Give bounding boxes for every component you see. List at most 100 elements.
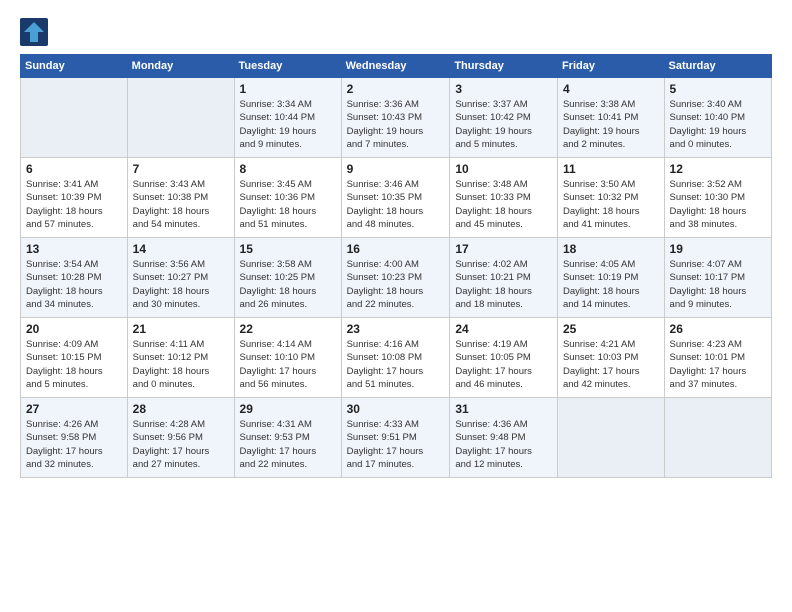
calendar-week-row: 1 Sunrise: 3:34 AM Sunset: 10:44 PM Dayli… <box>21 78 772 158</box>
day-info: Sunrise: 4:33 AM Sunset: 9:51 PM Dayligh… <box>347 418 445 471</box>
column-header-saturday: Saturday <box>664 55 771 78</box>
day-number: 24 <box>455 322 552 336</box>
day-number: 3 <box>455 82 552 96</box>
day-info: Sunrise: 3:52 AM Sunset: 10:30 PM Daylig… <box>670 178 766 231</box>
day-number: 16 <box>347 242 445 256</box>
calendar-week-row: 13 Sunrise: 3:54 AM Sunset: 10:28 PM Dayl… <box>21 238 772 318</box>
calendar-cell: 13 Sunrise: 3:54 AM Sunset: 10:28 PM Dayl… <box>21 238 128 318</box>
day-number: 13 <box>26 242 122 256</box>
day-number: 5 <box>670 82 766 96</box>
calendar-cell: 20 Sunrise: 4:09 AM Sunset: 10:15 PM Dayl… <box>21 318 128 398</box>
day-info: Sunrise: 3:58 AM Sunset: 10:25 PM Daylig… <box>240 258 336 311</box>
calendar-cell: 11Sunrise: 3:50 AM Sunset: 10:32 PM Dayl… <box>557 158 664 238</box>
calendar-cell: 17 Sunrise: 4:02 AM Sunset: 10:21 PM Dayl… <box>450 238 558 318</box>
day-info: Sunrise: 4:16 AM Sunset: 10:08 PM Daylig… <box>347 338 445 391</box>
day-info: Sunrise: 3:48 AM Sunset: 10:33 PM Daylig… <box>455 178 552 231</box>
calendar-cell: 28 Sunrise: 4:28 AM Sunset: 9:56 PM Dayli… <box>127 398 234 478</box>
calendar-week-row: 6 Sunrise: 3:41 AM Sunset: 10:39 PM Dayli… <box>21 158 772 238</box>
calendar-cell <box>127 78 234 158</box>
calendar-cell: 4Sunrise: 3:38 AM Sunset: 10:41 PM Dayli… <box>557 78 664 158</box>
day-number: 26 <box>670 322 766 336</box>
day-number: 18 <box>563 242 659 256</box>
day-number: 1 <box>240 82 336 96</box>
day-info: Sunrise: 4:28 AM Sunset: 9:56 PM Dayligh… <box>133 418 229 471</box>
day-info: Sunrise: 4:26 AM Sunset: 9:58 PM Dayligh… <box>26 418 122 471</box>
page: SundayMondayTuesdayWednesdayThursdayFrid… <box>0 0 792 612</box>
day-info: Sunrise: 3:45 AM Sunset: 10:36 PM Daylig… <box>240 178 336 231</box>
calendar-cell: 12 Sunrise: 3:52 AM Sunset: 10:30 PM Dayl… <box>664 158 771 238</box>
day-info: Sunrise: 3:43 AM Sunset: 10:38 PM Daylig… <box>133 178 229 231</box>
day-number: 4 <box>563 82 659 96</box>
day-number: 14 <box>133 242 229 256</box>
day-number: 17 <box>455 242 552 256</box>
day-number: 10 <box>455 162 552 176</box>
logo-icon <box>20 18 48 46</box>
day-number: 29 <box>240 402 336 416</box>
column-header-friday: Friday <box>557 55 664 78</box>
calendar-cell: 7 Sunrise: 3:43 AM Sunset: 10:38 PM Dayli… <box>127 158 234 238</box>
day-info: Sunrise: 4:11 AM Sunset: 10:12 PM Daylig… <box>133 338 229 391</box>
calendar-cell: 27Sunrise: 4:26 AM Sunset: 9:58 PM Dayli… <box>21 398 128 478</box>
day-info: Sunrise: 3:37 AM Sunset: 10:42 PM Daylig… <box>455 98 552 151</box>
day-info: Sunrise: 4:23 AM Sunset: 10:01 PM Daylig… <box>670 338 766 391</box>
column-header-tuesday: Tuesday <box>234 55 341 78</box>
day-info: Sunrise: 3:36 AM Sunset: 10:43 PM Daylig… <box>347 98 445 151</box>
logo <box>20 18 52 46</box>
day-info: Sunrise: 4:31 AM Sunset: 9:53 PM Dayligh… <box>240 418 336 471</box>
day-info: Sunrise: 3:56 AM Sunset: 10:27 PM Daylig… <box>133 258 229 311</box>
calendar-cell: 18 Sunrise: 4:05 AM Sunset: 10:19 PM Dayl… <box>557 238 664 318</box>
day-info: Sunrise: 3:34 AM Sunset: 10:44 PM Daylig… <box>240 98 336 151</box>
calendar-cell: 25Sunrise: 4:21 AM Sunset: 10:03 PM Dayl… <box>557 318 664 398</box>
day-number: 20 <box>26 322 122 336</box>
calendar-week-row: 20 Sunrise: 4:09 AM Sunset: 10:15 PM Dayl… <box>21 318 772 398</box>
day-number: 19 <box>670 242 766 256</box>
day-number: 9 <box>347 162 445 176</box>
day-number: 8 <box>240 162 336 176</box>
calendar-cell: 9 Sunrise: 3:46 AM Sunset: 10:35 PM Dayli… <box>341 158 450 238</box>
day-info: Sunrise: 4:05 AM Sunset: 10:19 PM Daylig… <box>563 258 659 311</box>
calendar-cell: 3 Sunrise: 3:37 AM Sunset: 10:42 PM Dayli… <box>450 78 558 158</box>
day-number: 21 <box>133 322 229 336</box>
calendar-cell: 31 Sunrise: 4:36 AM Sunset: 9:48 PM Dayli… <box>450 398 558 478</box>
day-number: 7 <box>133 162 229 176</box>
column-header-sunday: Sunday <box>21 55 128 78</box>
day-info: Sunrise: 3:50 AM Sunset: 10:32 PM Daylig… <box>563 178 659 231</box>
calendar-cell <box>21 78 128 158</box>
day-info: Sunrise: 3:46 AM Sunset: 10:35 PM Daylig… <box>347 178 445 231</box>
calendar-header-row: SundayMondayTuesdayWednesdayThursdayFrid… <box>21 55 772 78</box>
calendar-cell: 14 Sunrise: 3:56 AM Sunset: 10:27 PM Dayl… <box>127 238 234 318</box>
calendar-cell: 1 Sunrise: 3:34 AM Sunset: 10:44 PM Dayli… <box>234 78 341 158</box>
day-info: Sunrise: 4:02 AM Sunset: 10:21 PM Daylig… <box>455 258 552 311</box>
day-number: 22 <box>240 322 336 336</box>
day-info: Sunrise: 4:19 AM Sunset: 10:05 PM Daylig… <box>455 338 552 391</box>
column-header-wednesday: Wednesday <box>341 55 450 78</box>
day-info: Sunrise: 3:54 AM Sunset: 10:28 PM Daylig… <box>26 258 122 311</box>
calendar-cell: 10 Sunrise: 3:48 AM Sunset: 10:33 PM Dayl… <box>450 158 558 238</box>
day-number: 12 <box>670 162 766 176</box>
header <box>20 18 772 46</box>
column-header-monday: Monday <box>127 55 234 78</box>
day-info: Sunrise: 3:40 AM Sunset: 10:40 PM Daylig… <box>670 98 766 151</box>
calendar-week-row: 27Sunrise: 4:26 AM Sunset: 9:58 PM Dayli… <box>21 398 772 478</box>
calendar-cell: 5 Sunrise: 3:40 AM Sunset: 10:40 PM Dayli… <box>664 78 771 158</box>
calendar-cell: 22 Sunrise: 4:14 AM Sunset: 10:10 PM Dayl… <box>234 318 341 398</box>
calendar-cell: 6 Sunrise: 3:41 AM Sunset: 10:39 PM Dayli… <box>21 158 128 238</box>
column-header-thursday: Thursday <box>450 55 558 78</box>
day-number: 28 <box>133 402 229 416</box>
day-number: 2 <box>347 82 445 96</box>
calendar-cell: 29 Sunrise: 4:31 AM Sunset: 9:53 PM Dayli… <box>234 398 341 478</box>
day-info: Sunrise: 4:36 AM Sunset: 9:48 PM Dayligh… <box>455 418 552 471</box>
calendar-cell: 30 Sunrise: 4:33 AM Sunset: 9:51 PM Dayli… <box>341 398 450 478</box>
calendar-cell: 21 Sunrise: 4:11 AM Sunset: 10:12 PM Dayl… <box>127 318 234 398</box>
calendar-cell: 2 Sunrise: 3:36 AM Sunset: 10:43 PM Dayli… <box>341 78 450 158</box>
day-info: Sunrise: 3:41 AM Sunset: 10:39 PM Daylig… <box>26 178 122 231</box>
day-info: Sunrise: 4:14 AM Sunset: 10:10 PM Daylig… <box>240 338 336 391</box>
calendar-cell: 24 Sunrise: 4:19 AM Sunset: 10:05 PM Dayl… <box>450 318 558 398</box>
day-number: 15 <box>240 242 336 256</box>
day-info: Sunrise: 4:09 AM Sunset: 10:15 PM Daylig… <box>26 338 122 391</box>
day-number: 25 <box>563 322 659 336</box>
calendar-cell: 8 Sunrise: 3:45 AM Sunset: 10:36 PM Dayli… <box>234 158 341 238</box>
day-number: 30 <box>347 402 445 416</box>
day-number: 6 <box>26 162 122 176</box>
day-number: 31 <box>455 402 552 416</box>
